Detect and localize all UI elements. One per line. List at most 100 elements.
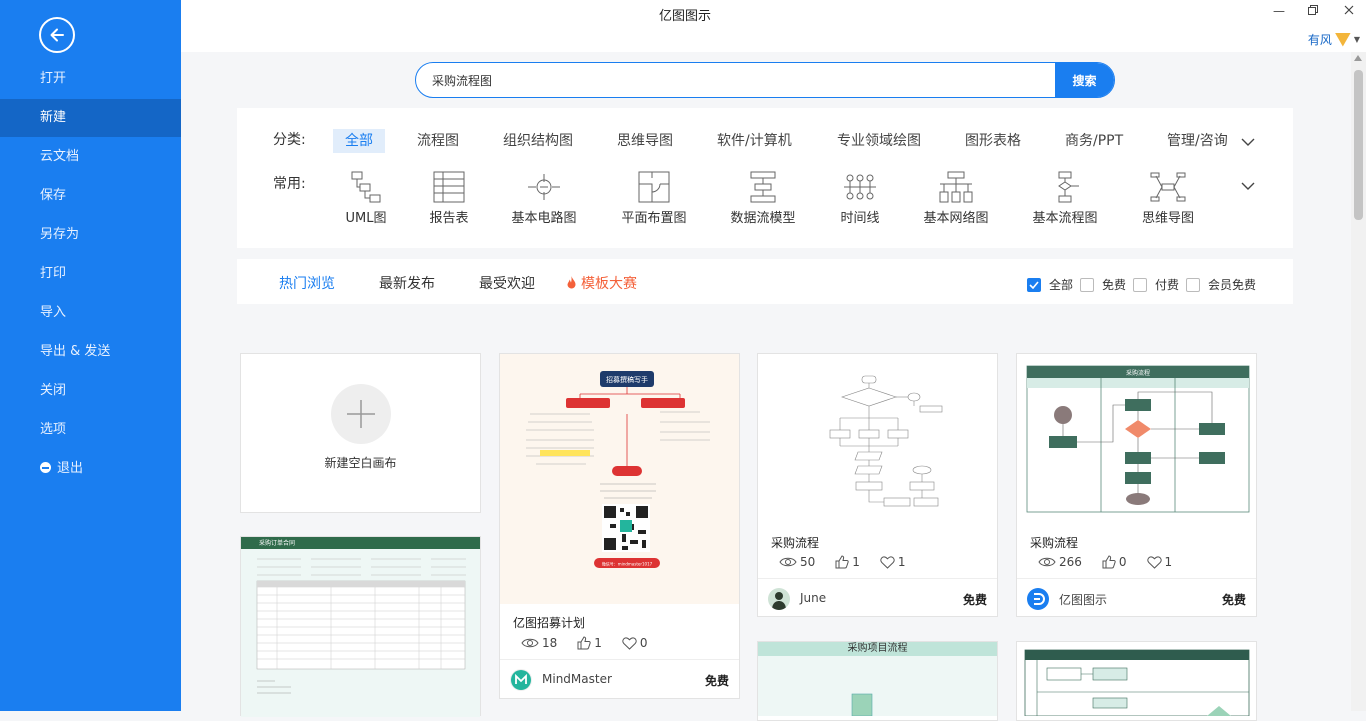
card-title: 采购流程 [1030, 536, 1079, 550]
thumbs-up-icon [835, 555, 849, 569]
template-card-purchase-june[interactable]: 采购流程 50 1 1 June 免费 [757, 353, 998, 617]
thumbnail-footer: 微信号：mindmaster1017 [602, 561, 653, 567]
common-item-label: 基本网络图 [923, 211, 989, 226]
common-flowchart[interactable]: 基本流程图 [1020, 170, 1110, 226]
tab-popular[interactable]: 热门浏览 [279, 273, 335, 293]
common-item-label: 思维导图 [1141, 211, 1194, 226]
checkbox-free[interactable] [1080, 277, 1094, 292]
sidebar-item-import[interactable]: 导入 [0, 294, 181, 332]
category-all[interactable]: 全部 [333, 129, 385, 153]
heart-icon [880, 555, 895, 569]
tab-favorite[interactable]: 最受欢迎 [479, 273, 535, 293]
thumbnail-heading: 采购流程 [1126, 369, 1150, 377]
expand-categories-icon[interactable] [1241, 132, 1255, 151]
price-label: 免费 [962, 593, 987, 607]
search-bar: 搜索 [415, 62, 1115, 98]
filter-free[interactable]: 免费 [1080, 276, 1126, 293]
user-menu[interactable]: 有风 ▼ [1308, 31, 1360, 48]
thumbnail-heading: 采购项目流程 [758, 642, 997, 656]
close-button[interactable] [1344, 4, 1354, 18]
category-business[interactable]: 商务/PPT [1053, 129, 1135, 153]
sidebar-item-new[interactable]: 新建 [0, 99, 181, 137]
app-title: 亿图图示 [659, 9, 712, 24]
sidebar-item-exit[interactable]: 退出 [0, 450, 181, 488]
common-uml[interactable]: UML图 [321, 170, 411, 226]
checkbox-all[interactable] [1027, 277, 1041, 292]
exit-icon [40, 462, 51, 473]
sidebar-item-open[interactable]: 打开 [0, 60, 181, 98]
scroll-thumb[interactable] [1354, 70, 1363, 220]
card-title: 亿图招募计划 [513, 616, 586, 630]
template-card-contract[interactable]: 采购订单合同 [240, 536, 481, 717]
template-card-flowchart[interactable] [1016, 641, 1257, 721]
filter-paid[interactable]: 付费 [1133, 276, 1179, 293]
sidebar-item-close[interactable]: 关闭 [0, 372, 181, 410]
tab-contest-label: 模板大赛 [581, 276, 637, 292]
minimize-button[interactable]: — [1273, 4, 1285, 18]
category-org-chart[interactable]: 组织结构图 [491, 129, 585, 153]
common-report[interactable]: 报告表 [404, 170, 494, 226]
category-professional[interactable]: 专业领域绘图 [825, 129, 933, 153]
author-name: MindMaster [542, 672, 612, 686]
sidebar-item-cloud-docs[interactable]: 云文档 [0, 138, 181, 176]
thumbnail-heading: 招募撰稿写手 [606, 375, 648, 384]
search-button[interactable]: 搜索 [1055, 63, 1114, 97]
template-card-recruit[interactable]: 招募撰稿写手 微信号：mindmaster1017 亿图招募计划 18 1 0 … [499, 353, 740, 699]
check-icon [1029, 280, 1039, 289]
view-count: 18 [542, 636, 558, 650]
search-input[interactable] [416, 63, 1056, 97]
checkbox-member-free[interactable] [1186, 277, 1200, 292]
category-label: 分类: [273, 132, 306, 148]
favorite-count: 1 [897, 555, 906, 569]
filter-all[interactable]: 全部 [1027, 276, 1073, 293]
thumbnail-heading: 采购订单合同 [259, 540, 296, 547]
category-software[interactable]: 软件/计算机 [705, 129, 804, 153]
card-stats: 50 1 1 [779, 555, 926, 569]
category-flowchart[interactable]: 流程图 [405, 129, 471, 153]
checkbox-paid[interactable] [1133, 277, 1147, 292]
author-name: 亿图图示 [1059, 593, 1108, 607]
eye-icon [1038, 557, 1056, 567]
scroll-up-icon[interactable] [1354, 55, 1362, 61]
tab-latest[interactable]: 最新发布 [379, 273, 435, 293]
floor-plan-icon [638, 171, 670, 203]
template-card-purchase-edraw[interactable]: 采购流程 采购流程 266 0 1 亿图图示 免费 [1016, 353, 1257, 617]
new-blank-canvas-card[interactable]: 新建空白画布 [240, 353, 481, 513]
category-table[interactable]: 图形表格 [953, 129, 1033, 153]
common-network[interactable]: 基本网络图 [911, 170, 1001, 226]
edraw-logo-icon [1027, 588, 1049, 610]
sidebar-item-label: 导入 [40, 305, 67, 320]
common-mind-map[interactable]: 思维导图 [1123, 170, 1213, 226]
author-name: June [800, 591, 827, 605]
new-blank-canvas-label: 新建空白画布 [324, 456, 397, 470]
template-thumbnail [241, 549, 480, 717]
tabs-panel: 热门浏览 最新发布 最受欢迎 模板大赛 全部 免费 付费 会员免费 [237, 259, 1293, 304]
restore-button[interactable] [1308, 4, 1318, 18]
back-button[interactable] [39, 17, 75, 53]
eye-icon [521, 638, 539, 648]
flowchart-icon [1058, 171, 1079, 203]
filter-member-free[interactable]: 会员免费 [1186, 276, 1256, 293]
arrow-left-icon [50, 28, 64, 42]
thumbs-up-icon [1102, 555, 1116, 569]
card-stats: 266 0 1 [1038, 555, 1192, 569]
sidebar-item-save-as[interactable]: 另存为 [0, 216, 181, 254]
tab-contest[interactable]: 模板大赛 [565, 273, 637, 293]
common-dfd[interactable]: 数据流模型 [718, 170, 808, 226]
filter-label: 全部 [1049, 278, 1074, 292]
sidebar-item-save[interactable]: 保存 [0, 177, 181, 215]
expand-common-icon[interactable] [1241, 176, 1255, 195]
sidebar-item-options[interactable]: 选项 [0, 411, 181, 449]
common-timeline[interactable]: 时间线 [815, 170, 905, 226]
sidebar-item-print[interactable]: 打印 [0, 255, 181, 293]
sidebar-item-export-send[interactable]: 导出 & 发送 [0, 333, 181, 371]
common-floor-plan[interactable]: 平面布置图 [609, 170, 699, 226]
category-mind-map[interactable]: 思维导图 [605, 129, 685, 153]
common-circuit[interactable]: 基本电路图 [499, 170, 589, 226]
sidebar-item-label: 新建 [40, 110, 67, 125]
vertical-scrollbar[interactable] [1351, 52, 1366, 711]
category-management[interactable]: 管理/咨询 [1155, 129, 1240, 153]
card-stats: 18 1 0 [521, 636, 668, 650]
template-card-project[interactable]: 采购项目流程 [757, 641, 998, 721]
card-footer: 亿图图示 免费 [1017, 578, 1256, 618]
